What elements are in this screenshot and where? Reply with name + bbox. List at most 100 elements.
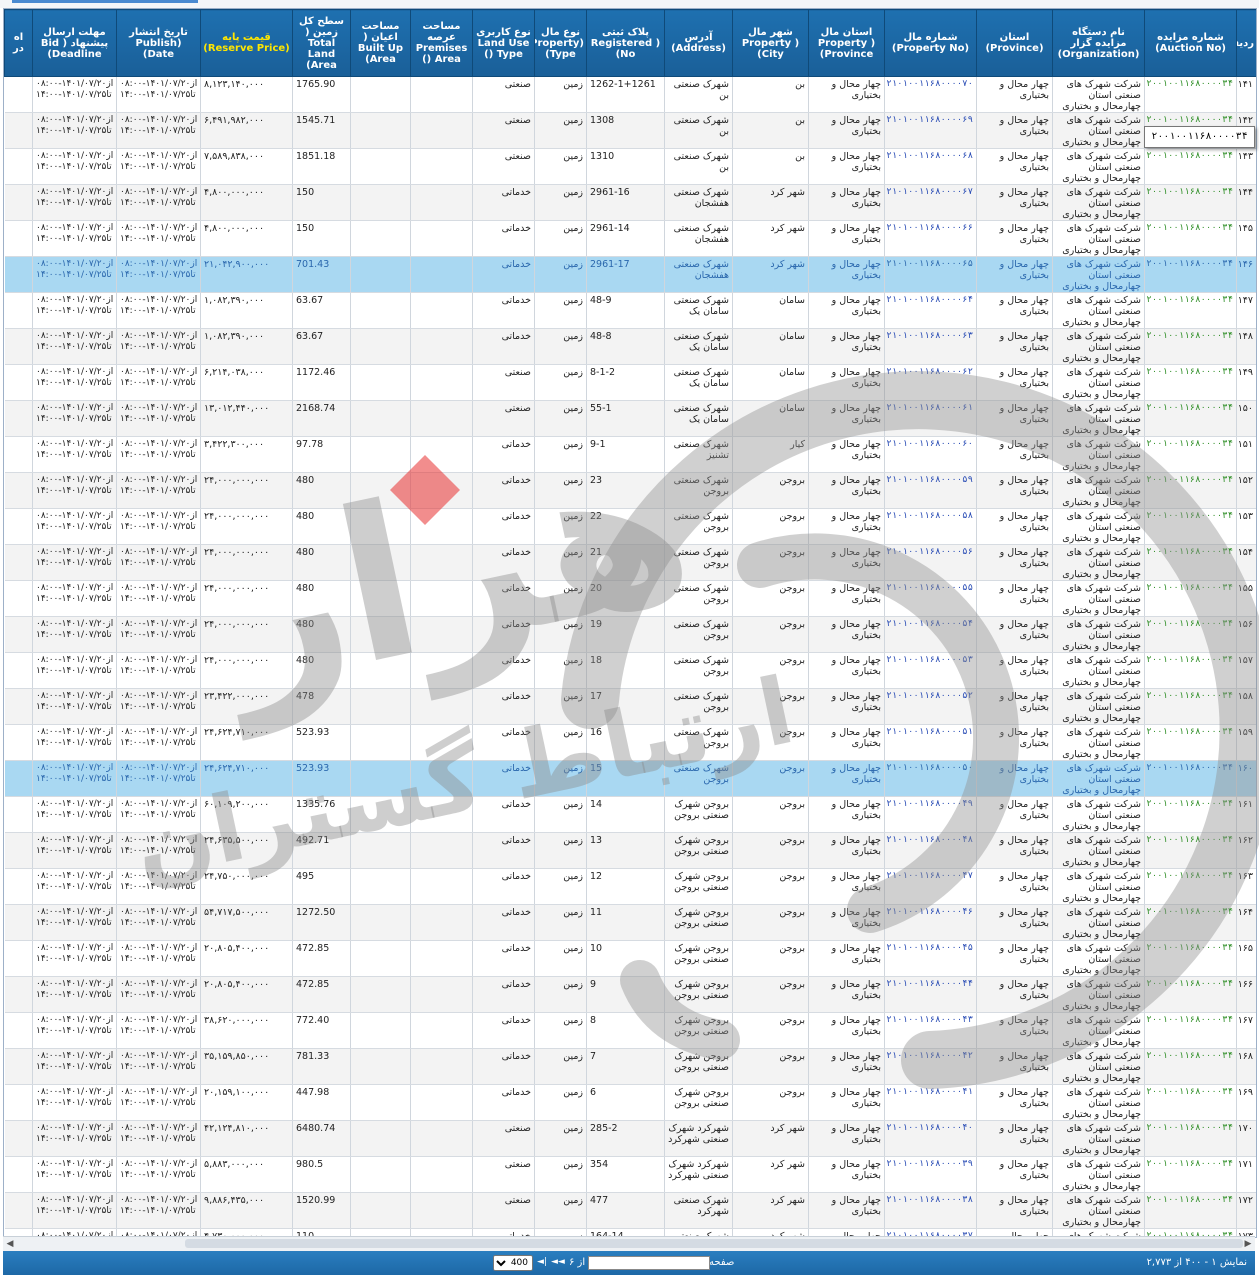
table-row[interactable]: ۱۴۵ ۲۰۰۱۰۰۱۱۶۸۰۰۰۰۳۴ شرکت شهرک های صنعتی ا… <box>4 220 1256 257</box>
page-size-select[interactable]: 400 <box>493 1255 533 1271</box>
col-built-up-area[interactable]: مساحت اعیان ( Built Up Area) <box>350 9 411 77</box>
table-row[interactable]: ۱۵۱ ۲۰۰۱۰۰۱۱۶۸۰۰۰۰۳۴ شرکت شهرک های صنعتی ا… <box>4 436 1256 473</box>
col-registered-no[interactable]: پلاک ثبتی Registered ) No) <box>586 9 665 77</box>
table-row[interactable]: ۱۷۰ ۲۰۰۱۰۰۱۱۶۸۰۰۰۰۳۴ شرکت شهرک های صنعتی ا… <box>4 1120 1256 1157</box>
table-row[interactable]: ۱۶۰ ۲۰۰۱۰۰۱۱۶۸۰۰۰۰۳۴ شرکت شهرک های صنعتی ا… <box>4 760 1256 797</box>
table-row[interactable]: ۱۴۴ ۲۰۰۱۰۰۱۱۶۸۰۰۰۰۳۴ شرکت شهرک های صنعتی ا… <box>4 184 1256 221</box>
cell-premises-area <box>410 724 473 761</box>
first-page-icon[interactable]: |◄ <box>537 1257 547 1267</box>
cell-property-type: زمین <box>534 616 587 653</box>
col-total-land-area[interactable]: سطح کل زمین ( Total Land Area) <box>292 9 351 77</box>
table-row[interactable]: ۱۴۹ ۲۰۰۱۰۰۱۱۶۸۰۰۰۰۳۴ شرکت شهرک های صنعتی ا… <box>4 364 1256 401</box>
table-row[interactable]: ۱۶۴ ۲۰۰۱۰۰۱۱۶۸۰۰۰۰۳۴ شرکت شهرک های صنعتی ا… <box>4 904 1256 941</box>
table-row[interactable]: ۱۵۶ ۲۰۰۱۰۰۱۱۶۸۰۰۰۰۳۴ شرکت شهرک های صنعتی ا… <box>4 616 1256 653</box>
col-reserve-price[interactable]: قیمت پایه (Reserve Price) <box>200 9 293 77</box>
cell-registered-no: 15 <box>586 760 665 797</box>
table-row[interactable]: ۱۴۳ ۲۰۰۱۰۰۱۱۶۸۰۰۰۰۳۴ شرکت شهرک های صنعتی ا… <box>4 148 1256 185</box>
col-publish-date[interactable]: تاریخ انتشار (Publish Date) <box>116 9 201 77</box>
col-organization[interactable]: نام دستگاه مزایده گزار (Organization) <box>1052 9 1145 77</box>
cell-registered-no: 354 <box>586 1156 665 1193</box>
pager-info: نمایش ۱ - ۴۰۰ از ۲,۷۷۳ <box>1146 1257 1247 1268</box>
cell-extra <box>4 220 33 257</box>
cell-organization: شرکت شهرک های صنعتی استان چهارمحال و بخت… <box>1052 1156 1145 1193</box>
table-row[interactable]: ۱۴۲ ۲۰۰۱۰۰۱۱۶۸۰۰۰۰۳۴ شرکت شهرک های صنعتی ا… <box>4 112 1256 149</box>
table-row[interactable]: ۱۴۸ ۲۰۰۱۰۰۱۱۶۸۰۰۰۰۳۴ شرکت شهرک های صنعتی ا… <box>4 328 1256 365</box>
cell-reserve-price: ۴,۸۰۰,۰۰۰,۰۰۰ <box>200 220 293 257</box>
table-row[interactable]: ۱۶۶ ۲۰۰۱۰۰۱۱۶۸۰۰۰۰۳۴ شرکت شهرک های صنعتی ا… <box>4 976 1256 1013</box>
table-row[interactable]: ۱۵۴ ۲۰۰۱۰۰۱۱۶۸۰۰۰۰۳۴ شرکت شهرک های صنعتی ا… <box>4 544 1256 581</box>
table-row[interactable]: ۱۵۵ ۲۰۰۱۰۰۱۱۶۸۰۰۰۰۳۴ شرکت شهرک های صنعتی ا… <box>4 580 1256 617</box>
col-address[interactable]: آدرس (Address) <box>664 9 733 77</box>
table-row[interactable]: ۱۴۷ ۲۰۰۱۰۰۱۱۶۸۰۰۰۰۳۴ شرکت شهرک های صنعتی ا… <box>4 292 1256 329</box>
scroll-left-icon[interactable]: ◀ <box>3 1237 17 1251</box>
table-row[interactable]: ۱۵۳ ۲۰۰۱۰۰۱۱۶۸۰۰۰۰۳۴ شرکت شهرک های صنعتی ا… <box>4 508 1256 545</box>
horizontal-scrollbar[interactable]: ◀ ▶ <box>3 1236 1255 1251</box>
cell-organization: شرکت شهرک های صنعتی استان چهارمحال و بخت… <box>1052 1048 1145 1085</box>
cell-registered-no: 48-9 <box>586 292 665 329</box>
table-row[interactable]: ۱۴۱ ۲۰۰۱۰۰۱۱۶۸۰۰۰۰۳۴ شرکت شهرک های صنعتی ا… <box>4 76 1256 113</box>
col-property-province[interactable]: استان مال Property ) Province) <box>808 9 885 77</box>
table-row[interactable]: ۱۶۸ ۲۰۰۱۰۰۱۱۶۸۰۰۰۰۳۴ شرکت شهرک های صنعتی ا… <box>4 1048 1256 1085</box>
col-land-use[interactable]: نوع کاربری Land Use ) Type) <box>472 9 535 77</box>
table-row[interactable]: ۱۷۲ ۲۰۰۱۰۰۱۱۶۸۰۰۰۰۳۴ شرکت شهرک های صنعتی ا… <box>4 1192 1256 1229</box>
page-number-input[interactable] <box>588 1256 710 1270</box>
cell-property-province: چهار محال و بختیاری <box>808 256 885 293</box>
cell-premises-area <box>410 580 473 617</box>
cell-property-no: ۲۱۰۱۰۰۱۱۶۸۰۰۰۰۵۵ <box>884 580 977 617</box>
table-row[interactable]: ۱۵۹ ۲۰۰۱۰۰۱۱۶۸۰۰۰۰۳۴ شرکت شهرک های صنعتی ا… <box>4 724 1256 761</box>
table-row[interactable]: ۱۶۲ ۲۰۰۱۰۰۱۱۶۸۰۰۰۰۳۴ شرکت شهرک های صنعتی ا… <box>4 832 1256 869</box>
table-row[interactable]: ۱۶۵ ۲۰۰۱۰۰۱۱۶۸۰۰۰۰۳۴ شرکت شهرک های صنعتی ا… <box>4 940 1256 977</box>
table-row[interactable]: ۱۵۰ ۲۰۰۱۰۰۱۱۶۸۰۰۰۰۳۴ شرکت شهرک های صنعتی ا… <box>4 400 1256 437</box>
col-province[interactable]: استان (Province) <box>976 9 1053 77</box>
cell-built-up-area <box>350 328 411 365</box>
table-row[interactable]: ۱۴۶ ۲۰۰۱۰۰۱۱۶۸۰۰۰۰۳۴ شرکت شهرک های صنعتی ا… <box>4 256 1256 293</box>
cell-reserve-price: ۱۳,۰۱۲,۴۴۰,۰۰۰ <box>200 400 293 437</box>
cell-registered-no: 2961-17 <box>586 256 665 293</box>
cell-publish-date: از۱۴۰۱/۰۷/۲۰-۰۸:۰۰ تا۱۴۰۱/۰۷/۲۵-۱۴:۰۰ <box>116 148 201 185</box>
col-premises-area[interactable]: مساحت عرصه Premises ) Area) <box>410 9 473 77</box>
cell-extra <box>4 364 33 401</box>
cell-deadline: از۱۴۰۱/۰۷/۲۰-۰۸:۰۰ تا۱۴۰۱/۰۷/۲۵-۱۴:۰۰ <box>32 256 117 293</box>
cell-property-no: ۲۱۰۱۰۰۱۱۶۸۰۰۰۰۴۰ <box>884 1120 977 1157</box>
table-row[interactable]: ۱۶۹ ۲۰۰۱۰۰۱۱۶۸۰۰۰۰۳۴ شرکت شهرک های صنعتی ا… <box>4 1084 1256 1121</box>
cell-land-use: خدماتی <box>472 292 535 329</box>
cell-organization: شرکت شهرک های صنعتی استان چهارمحال و بخت… <box>1052 1120 1145 1157</box>
table-row[interactable]: ۱۵۲ ۲۰۰۱۰۰۱۱۶۸۰۰۰۰۳۴ شرکت شهرک های صنعتی ا… <box>4 472 1256 509</box>
cell-extra <box>4 652 33 689</box>
cell-total-land-area: 63.67 <box>292 328 351 365</box>
cell-auction-no: ۲۰۰۱۰۰۱۱۶۸۰۰۰۰۳۴ <box>1144 292 1237 329</box>
cell-property-city: بروجن <box>732 1084 809 1121</box>
cell-total-land-area: 1520.99 <box>292 1192 351 1229</box>
cell-publish-date: از۱۴۰۱/۰۷/۲۰-۰۸:۰۰ تا۱۴۰۱/۰۷/۲۵-۱۴:۰۰ <box>116 616 201 653</box>
cell-land-use: صنعتی <box>472 76 535 113</box>
cell-deadline: از۱۴۰۱/۰۷/۲۰-۰۸:۰۰ تا۱۴۰۱/۰۷/۲۵-۱۴:۰۰ <box>32 436 117 473</box>
col-property-city[interactable]: شهر مال Property ) City) <box>732 9 809 77</box>
cell-reserve-price: ۷,۵۸۹,۸۳۸,۰۰۰ <box>200 148 293 185</box>
cell-deadline: از۱۴۰۱/۰۷/۲۰-۰۸:۰۰ تا۱۴۰۱/۰۷/۲۵-۱۴:۰۰ <box>32 472 117 509</box>
cell-land-use: خدماتی <box>472 760 535 797</box>
cell-total-land-area: 150 <box>292 184 351 221</box>
scroll-right-icon[interactable]: ▶ <box>1241 1237 1255 1251</box>
col-extra[interactable]: اه در <box>4 9 33 77</box>
table-row[interactable]: ۱۶۱ ۲۰۰۱۰۰۱۱۶۸۰۰۰۰۳۴ شرکت شهرک های صنعتی ا… <box>4 796 1256 833</box>
table-row[interactable]: ۱۷۱ ۲۰۰۱۰۰۱۱۶۸۰۰۰۰۳۴ شرکت شهرک های صنعتی ا… <box>4 1156 1256 1193</box>
col-auction-no[interactable]: شماره مزایده (Auction No) <box>1144 9 1237 77</box>
cell-extra <box>4 1012 33 1049</box>
table-row[interactable]: ۱۶۳ ۲۰۰۱۰۰۱۱۶۸۰۰۰۰۳۴ شرکت شهرک های صنعتی ا… <box>4 868 1256 905</box>
col-property-type[interactable]: نوع مال Property) Type) <box>534 9 587 77</box>
cell-publish-date: از۱۴۰۱/۰۷/۲۰-۰۸:۰۰ تا۱۴۰۱/۰۷/۲۵-۱۴:۰۰ <box>116 400 201 437</box>
cell-property-province: چهار محال و بختیاری <box>808 148 885 185</box>
table-row[interactable]: ۱۵۸ ۲۰۰۱۰۰۱۱۶۸۰۰۰۰۳۴ شرکت شهرک های صنعتی ا… <box>4 688 1256 725</box>
top-strip <box>0 0 1259 8</box>
cell-property-no: ۲۱۰۱۰۰۱۱۶۸۰۰۰۰۶۹ <box>884 112 977 149</box>
scrollbar-thumb[interactable] <box>185 1239 1243 1248</box>
table-row[interactable]: ۱۶۷ ۲۰۰۱۰۰۱۱۶۸۰۰۰۰۳۴ شرکت شهرک های صنعتی ا… <box>4 1012 1256 1049</box>
prev-page-icon[interactable]: ◄◄ <box>551 1257 565 1267</box>
table-row[interactable]: ۱۵۷ ۲۰۰۱۰۰۱۱۶۸۰۰۰۰۳۴ شرکت شهرک های صنعتی ا… <box>4 652 1256 689</box>
col-row[interactable]: ردیف <box>1236 9 1256 77</box>
cell-row-number: ۱۶۱ <box>1236 796 1256 833</box>
cell-total-land-area: 1172.46 <box>292 364 351 401</box>
col-property-no[interactable]: شماره مال (Property No) <box>884 9 977 77</box>
cell-total-land-area: 495 <box>292 868 351 905</box>
col-deadline[interactable]: مهلت ارسال پیشنهاد ( Bid Deadline) <box>32 9 117 77</box>
